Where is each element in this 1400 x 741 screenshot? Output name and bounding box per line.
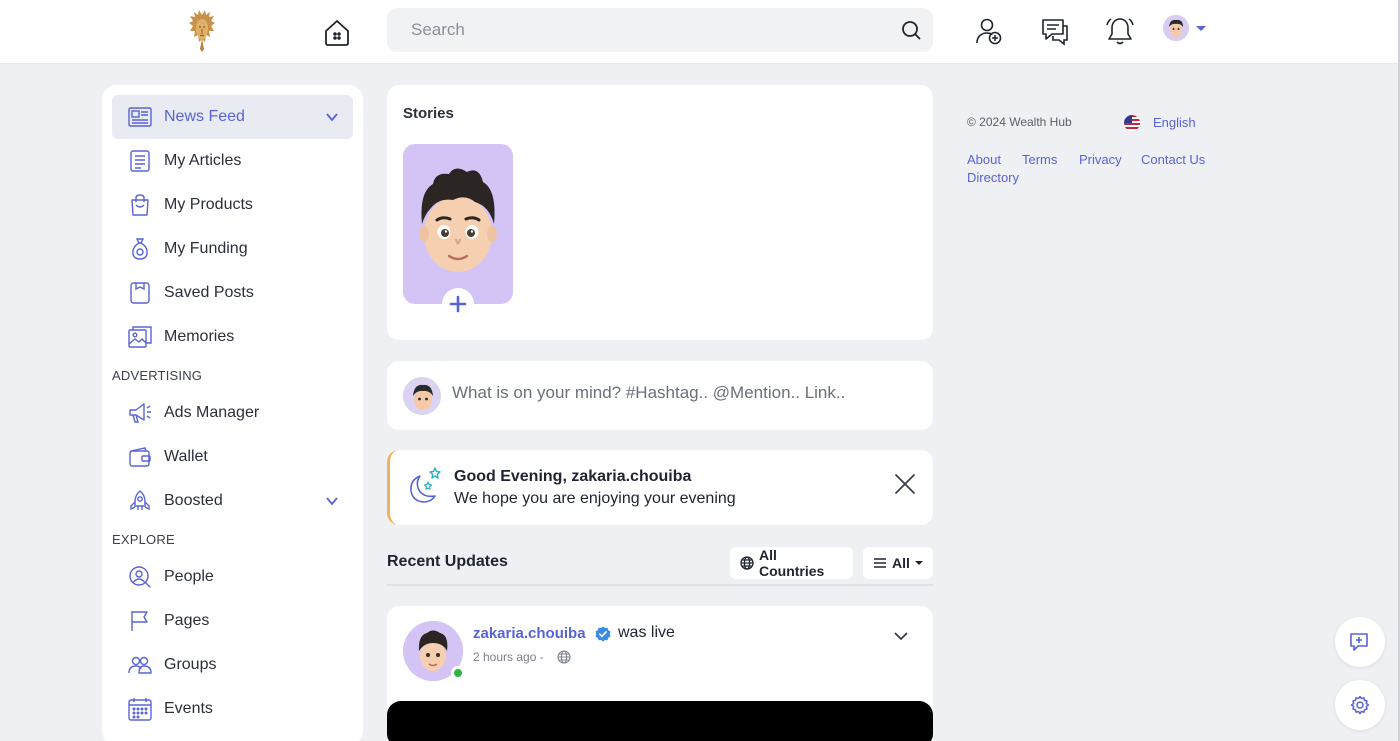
sidebar-item-my-articles[interactable]: My Articles <box>112 139 353 183</box>
money-bag-icon <box>128 237 152 261</box>
feed-post: zakaria.chouiba was live 2 hours ago - <box>387 606 933 741</box>
group-icon <box>128 653 152 677</box>
composer-placeholder[interactable]: What is on your mind? #Hashtag.. @Mentio… <box>452 383 845 403</box>
live-video[interactable] <box>387 701 933 741</box>
greeting-card: Good Evening, zakaria.chouiba We hope yo… <box>387 450 933 525</box>
type-filter[interactable]: All <box>863 547 933 579</box>
footer-link-terms[interactable]: Terms <box>1022 152 1057 167</box>
sidebar-item-label: Ads Manager <box>164 404 260 421</box>
photos-icon <box>128 325 152 349</box>
sidebar-item-label: Boosted <box>164 492 223 509</box>
chevron-down-icon[interactable] <box>893 628 909 644</box>
flag-icon <box>128 609 152 633</box>
divider <box>387 584 933 586</box>
sidebar-item-saved-posts[interactable]: Saved Posts <box>112 271 353 315</box>
chevron-down-icon[interactable] <box>325 494 339 508</box>
gear-icon <box>1350 695 1370 715</box>
sidebar-item-label: Wallet <box>164 448 208 465</box>
avatar <box>403 377 441 415</box>
verified-badge-icon <box>595 626 611 642</box>
sidebar-item-news-feed[interactable]: News Feed <box>112 95 353 139</box>
sidebar-item-wallet[interactable]: Wallet <box>112 435 353 479</box>
globe-icon <box>557 650 571 664</box>
sidebar-item-my-products[interactable]: My Products <box>112 183 353 227</box>
moon-stars-icon <box>402 466 442 506</box>
sidebar-item-people[interactable]: People <box>112 555 353 599</box>
close-icon[interactable] <box>893 472 917 496</box>
avatar[interactable] <box>1163 15 1189 41</box>
us-flag-icon <box>1124 115 1140 131</box>
wallet-icon <box>128 445 152 469</box>
search-icon[interactable] <box>901 20 921 40</box>
advertising-heading: ADVERTISING <box>112 368 203 383</box>
bookmark-icon <box>128 281 152 305</box>
sidebar-item-memories[interactable]: Memories <box>112 315 353 359</box>
sidebar-item-label: Groups <box>164 656 217 673</box>
sidebar-item-pages[interactable]: Pages <box>112 599 353 643</box>
stories-card: Stories <box>387 85 933 340</box>
sidebar: News Feed My Articles My Products My Fun… <box>102 85 363 741</box>
all-countries-filter[interactable]: All Countries <box>730 547 853 579</box>
messages-icon[interactable] <box>1040 16 1070 46</box>
footer-link-privacy[interactable]: Privacy <box>1079 152 1122 167</box>
language-selector[interactable]: English <box>1153 115 1196 130</box>
notifications-icon[interactable] <box>1105 16 1135 46</box>
sidebar-item-boosted[interactable]: Boosted <box>112 479 353 523</box>
newspaper-icon <box>128 105 152 129</box>
post-action: was live <box>618 624 675 641</box>
lion-logo-icon[interactable] <box>186 9 218 53</box>
greeting-title: Good Evening, zakaria.chouiba <box>454 468 692 485</box>
footer-link-directory[interactable]: Directory <box>967 170 1019 185</box>
chevron-down-icon[interactable] <box>1196 26 1206 31</box>
post-author[interactable]: zakaria.chouiba <box>473 625 586 642</box>
document-icon <box>128 149 152 173</box>
sidebar-item-label: My Products <box>164 196 253 213</box>
list-icon <box>873 556 887 570</box>
people-search-icon <box>128 565 152 589</box>
post-composer[interactable]: What is on your mind? #Hashtag.. @Mentio… <box>387 361 933 430</box>
footer-link-about[interactable]: About <box>967 152 1001 167</box>
type-filter-label: All <box>892 555 910 571</box>
create-story[interactable] <box>403 144 513 320</box>
sidebar-item-label: Pages <box>164 612 210 629</box>
story-avatar-image <box>419 168 497 272</box>
chevron-down-icon[interactable] <box>325 110 339 124</box>
footer-link-contact-us[interactable]: Contact Us <box>1141 152 1205 167</box>
rocket-icon <box>128 489 152 513</box>
post-time: 2 hours ago - <box>473 650 544 664</box>
sidebar-item-label: My Articles <box>164 152 242 169</box>
sidebar-item-label: News Feed <box>164 108 245 125</box>
copyright: © 2024 Wealth Hub <box>967 115 1072 129</box>
chat-plus-icon <box>1350 633 1368 651</box>
new-chat-button[interactable] <box>1335 617 1385 667</box>
shopping-bag-icon <box>128 193 152 217</box>
sidebar-item-events[interactable]: Events <box>112 687 353 731</box>
megaphone-icon <box>128 401 152 425</box>
sidebar-item-label: My Funding <box>164 240 248 257</box>
add-friend-icon[interactable] <box>974 16 1004 46</box>
settings-button[interactable] <box>1335 680 1385 730</box>
search-input[interactable] <box>387 8 933 52</box>
sidebar-item-my-funding[interactable]: My Funding <box>112 227 353 271</box>
explore-heading: EXPLORE <box>112 532 175 547</box>
search-bar <box>387 8 933 52</box>
stories-title: Stories <box>403 105 454 122</box>
greeting-subtitle: We hope you are enjoying your evening <box>454 490 736 507</box>
calendar-icon <box>128 697 152 721</box>
sidebar-item-label: Events <box>164 700 213 717</box>
sidebar-item-label: Memories <box>164 328 235 345</box>
add-story-icon[interactable] <box>442 288 474 320</box>
globe-icon <box>740 556 754 570</box>
sidebar-item-label: Saved Posts <box>164 284 254 301</box>
recent-updates-title: Recent Updates <box>387 553 508 570</box>
top-bar <box>0 0 1398 64</box>
all-countries-label: All Countries <box>759 547 825 579</box>
online-status-indicator <box>451 666 465 680</box>
sidebar-item-ads-manager[interactable]: Ads Manager <box>112 391 353 435</box>
caret-down-icon <box>914 561 923 565</box>
sidebar-item-groups[interactable]: Groups <box>112 643 353 687</box>
home-icon[interactable] <box>322 17 352 47</box>
sidebar-item-label: People <box>164 568 214 585</box>
